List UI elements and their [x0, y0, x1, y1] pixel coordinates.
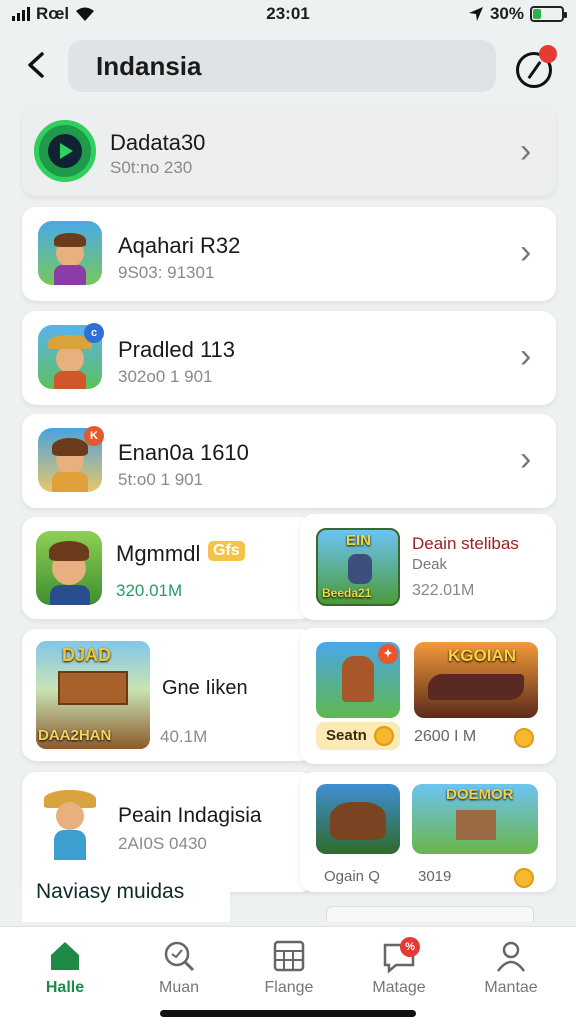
banner-text: DOEMOR: [446, 786, 514, 803]
chevron-right-icon: ›: [520, 132, 532, 170]
status-bar: Rœl 23:01 30%: [0, 0, 576, 30]
list-item[interactable]: Dadata30 S0t:no 230 ›: [22, 106, 556, 196]
search-input[interactable]: Indansia: [68, 40, 496, 92]
banner-text: DAA2HAN: [38, 727, 112, 744]
battery-icon: [530, 6, 567, 22]
home-icon: [51, 942, 79, 970]
list-item[interactable]: c Pradled 113 302o0 1 901 ›: [22, 311, 556, 405]
nav-label: Matage: [372, 979, 426, 996]
alert-badge-icon: K: [84, 426, 104, 446]
app-subtitle: 2AI0S 0430: [118, 834, 207, 853]
banner-text: DJAD: [62, 645, 112, 665]
tile-label-chip: Seatn: [316, 722, 400, 750]
chevron-right-icon: ›: [520, 440, 532, 478]
row-subtitle: 9S03: 91301: [118, 263, 215, 282]
row-subtitle: 302o0 1 901: [118, 367, 213, 386]
tile-label: Seatn: [326, 727, 367, 744]
row-title: Aqahari R32: [118, 233, 241, 258]
chevron-right-icon: ›: [520, 337, 532, 375]
header: Indansia: [0, 36, 576, 96]
row-title: Enan0a 1610: [118, 440, 249, 465]
back-arrow-icon: [28, 52, 44, 78]
back-button[interactable]: [24, 48, 56, 84]
nav-item-grid[interactable]: Flange: [234, 927, 344, 1007]
location-arrow-icon: [468, 7, 483, 21]
list-item[interactable]: Aqahari R32 9S03: 91301 ›: [22, 207, 556, 301]
game-icon: [38, 221, 102, 285]
profile-icon: [496, 941, 526, 972]
app-size: 40.1M: [160, 727, 208, 746]
row-title: Pradled 113: [118, 337, 236, 362]
row-title: Dadata30: [110, 130, 206, 155]
banner-text: KGOIAN: [448, 646, 516, 665]
search-icon: [164, 941, 195, 972]
promo-card[interactable]: EIN Beeda21 Deain stelibas Deak 322.01M: [300, 514, 556, 620]
nav-item-home[interactable]: Halle: [10, 927, 120, 1007]
banner-text: Beeda21: [322, 586, 372, 600]
section-header: Naviasy muidas: [36, 880, 185, 903]
app-size: 320.01M: [116, 581, 183, 600]
row-subtitle: 5t:o0 1 901: [118, 470, 204, 489]
notification-badge-icon: %: [400, 937, 420, 957]
partial-card: [326, 906, 534, 922]
row-subtitle: S0t:no 230: [110, 158, 193, 177]
banner-text: EIN: [346, 532, 372, 549]
promo-title: Deain stelibas: [412, 534, 519, 553]
tag-badge: Gfs: [208, 541, 245, 561]
character-icon: [40, 786, 100, 862]
promo-size: 322.01M: [412, 582, 475, 599]
app-title: Gne Iiken: [162, 677, 248, 699]
featured-app-card[interactable]: DJAD DAA2HAN Gne Iiken 40.1M: [22, 629, 314, 761]
nav-item-search[interactable]: Muan: [124, 927, 234, 1007]
coin-icon: [514, 868, 534, 888]
list-item[interactable]: K Enan0a 1610 5t:o0 1 901 ›: [22, 414, 556, 508]
tile-label: 3019: [418, 868, 452, 885]
promo-subtitle: Deak: [412, 556, 448, 573]
tile-card[interactable]: Ogain Q DOEMOR 3019: [300, 772, 556, 892]
game-icon: [36, 531, 102, 605]
nav-label: Flange: [264, 979, 314, 996]
game-thumbnail: DOEMOR: [412, 784, 538, 854]
home-indicator: [160, 1010, 416, 1017]
battery-percent: 30%: [489, 4, 524, 23]
compass-button[interactable]: [516, 45, 557, 88]
featured-app-card[interactable]: Mgmmdl Gfs 320.01M: [22, 517, 314, 619]
chevron-right-icon: ›: [520, 233, 532, 271]
nav-item-profile[interactable]: Mantae: [456, 927, 566, 1007]
nav-item-messages[interactable]: % Matage: [344, 927, 454, 1007]
nav-label: Halle: [45, 979, 85, 996]
tile-card[interactable]: ✦ Seatn KGOIAN 2600 I M: [300, 628, 556, 764]
game-thumbnail: DJAD DAA2HAN: [36, 641, 150, 749]
section-header-box: Naviasy muidas: [22, 866, 230, 922]
coin-icon: [514, 728, 534, 748]
game-thumbnail: ✦: [316, 642, 400, 718]
tile-label: Ogain Q: [324, 868, 380, 885]
game-thumbnail: EIN Beeda21: [316, 528, 400, 606]
coin-icon: [374, 726, 394, 746]
info-badge-icon: c: [84, 323, 104, 343]
tile-label: 2600 I M: [414, 728, 477, 745]
compass-icon: [527, 60, 542, 80]
alert-badge-icon: ✦: [378, 644, 398, 664]
nav-label: Mantae: [484, 979, 538, 996]
game-thumbnail: [316, 784, 400, 854]
nav-label: Muan: [158, 979, 200, 996]
game-thumbnail: KGOIAN: [414, 642, 538, 718]
grid-icon: [273, 940, 305, 972]
app-title: Peain Indagisia: [118, 804, 262, 827]
app-title: Mgmmdl: [116, 541, 201, 566]
notification-badge: [539, 45, 557, 63]
play-icon: [34, 120, 96, 182]
